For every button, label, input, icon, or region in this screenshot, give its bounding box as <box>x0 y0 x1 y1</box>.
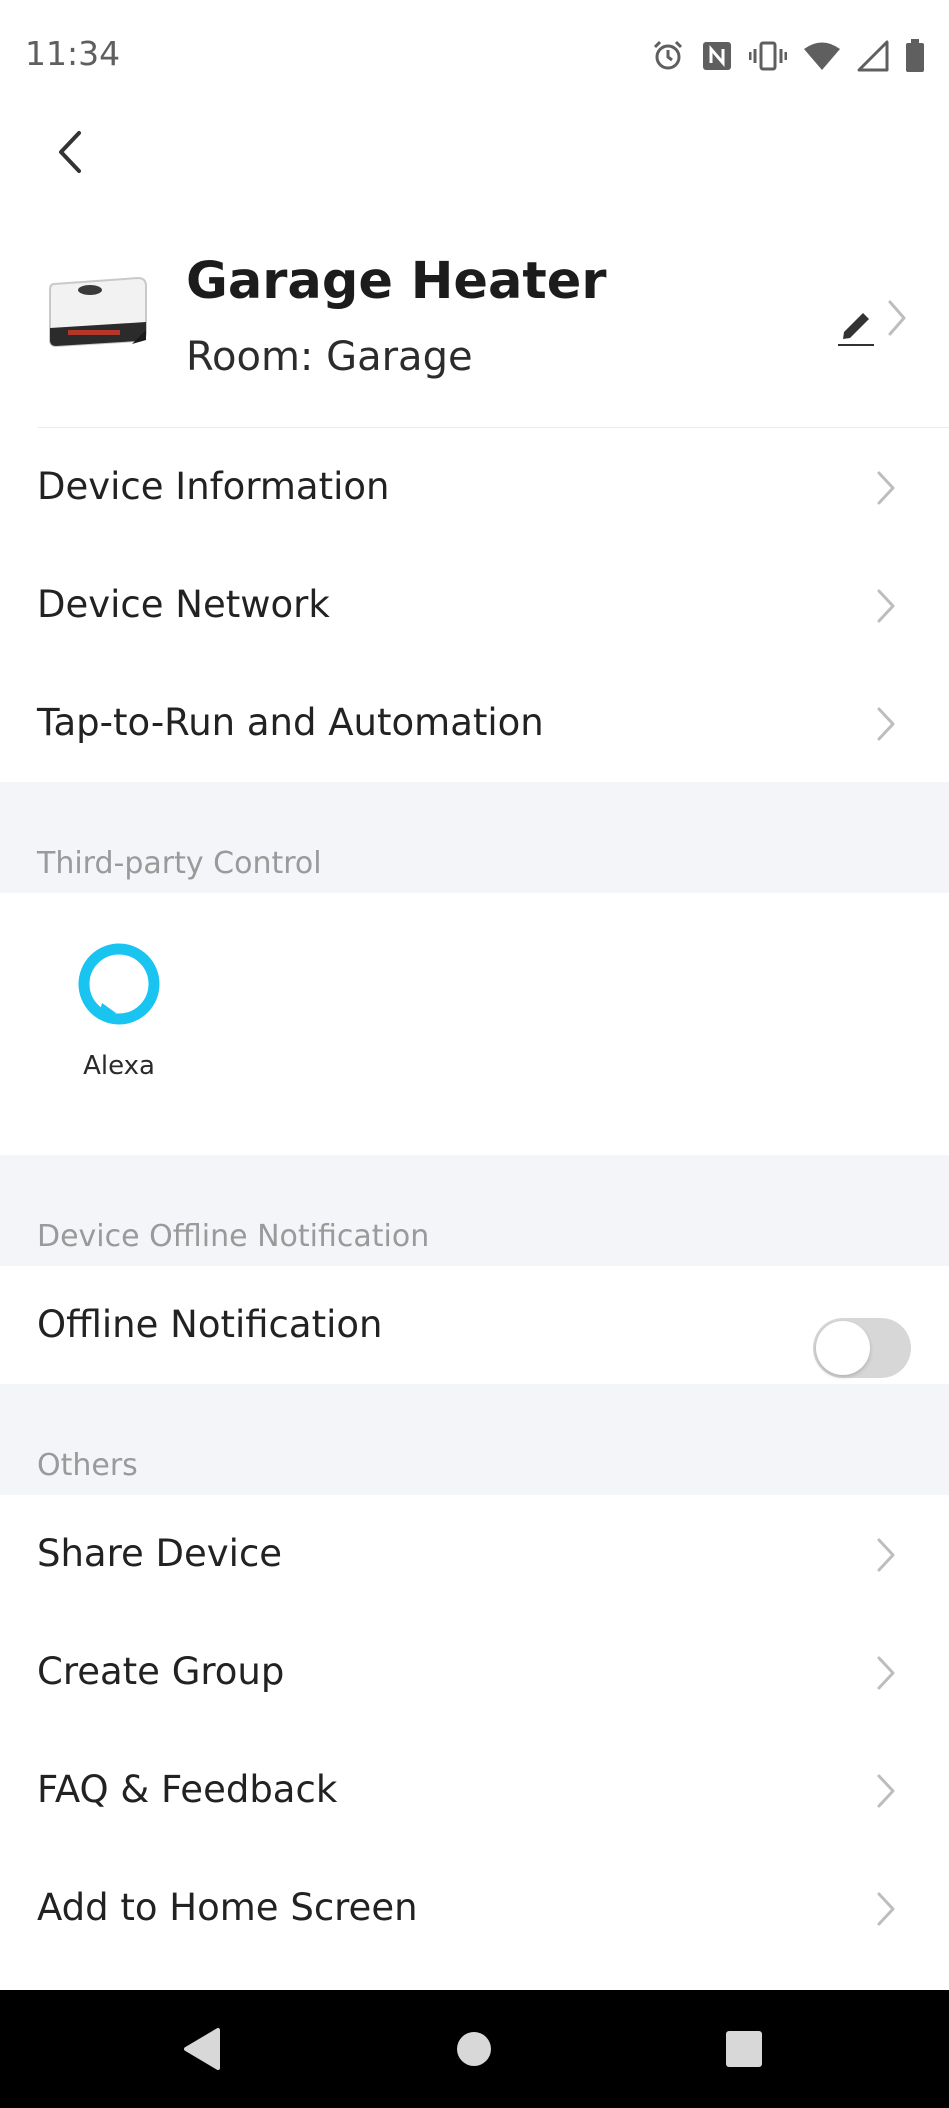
menu-item-faq-feedback[interactable]: FAQ & Feedback <box>0 1731 949 1849</box>
alexa-label: Alexa <box>83 1051 155 1081</box>
section-title: Others <box>37 1448 138 1483</box>
section-header-others: Others <box>0 1384 949 1495</box>
battery-icon <box>905 39 925 73</box>
menu-item-label: Create Group <box>37 1650 285 1693</box>
chevron-right-icon <box>888 300 906 336</box>
chevron-right-icon <box>877 707 895 741</box>
status-icons <box>651 36 925 76</box>
nav-recents-button[interactable] <box>684 1990 804 2108</box>
section-header-third-party: Third-party Control <box>0 782 949 893</box>
signal-icon <box>857 40 889 72</box>
recents-icon <box>726 2031 762 2067</box>
offline-notification-label: Offline Notification <box>37 1303 383 1346</box>
menu-item-share-device[interactable]: Share Device <box>0 1495 949 1613</box>
nav-back-button[interactable] <box>142 1990 262 2108</box>
navigation-bar <box>0 1990 949 2108</box>
menu-item-add-to-home-screen[interactable]: Add to Home Screen <box>0 1849 949 1967</box>
menu-item-device-network[interactable]: Device Network <box>0 546 949 664</box>
nav-home-button[interactable] <box>414 1990 534 2108</box>
chevron-right-icon <box>877 1892 895 1926</box>
vibrate-icon <box>749 40 787 72</box>
back-button[interactable] <box>40 120 100 184</box>
menu-item-label: Device Network <box>37 583 330 626</box>
offline-notification-row: Offline Notification <box>0 1266 949 1384</box>
status-time: 11:34 <box>25 34 121 73</box>
menu-item-label: Device Information <box>37 465 390 508</box>
menu-item-device-information[interactable]: Device Information <box>0 428 949 546</box>
edit-name-button[interactable] <box>836 300 876 348</box>
menu-item-label: Add to Home Screen <box>37 1886 418 1929</box>
alarm-icon <box>651 39 685 73</box>
chevron-right-icon <box>877 1538 895 1572</box>
alexa-icon <box>78 943 160 1025</box>
device-room: Room: Garage <box>186 334 473 380</box>
status-bar: 11:34 <box>0 0 949 112</box>
menu-item-label: FAQ & Feedback <box>37 1768 338 1811</box>
toggle-knob <box>816 1321 870 1375</box>
device-header[interactable]: Garage Heater Room: Garage <box>0 240 949 428</box>
menu-item-tap-to-run[interactable]: Tap-to-Run and Automation <box>0 664 949 782</box>
device-image <box>46 270 152 356</box>
back-icon <box>184 2028 220 2070</box>
chevron-right-icon <box>877 589 895 623</box>
nfc-icon <box>701 40 733 72</box>
chevron-right-icon <box>877 1774 895 1808</box>
device-name: Garage Heater <box>186 252 607 311</box>
chevron-right-icon <box>877 471 895 505</box>
menu-item-label: Tap-to-Run and Automation <box>37 701 544 744</box>
section-title: Device Offline Notification <box>37 1219 430 1254</box>
menu-item-create-group[interactable]: Create Group <box>0 1613 949 1731</box>
home-icon <box>457 2032 491 2066</box>
offline-notification-toggle[interactable] <box>813 1318 911 1378</box>
chevron-left-icon <box>59 131 81 173</box>
alexa-button[interactable]: Alexa <box>60 941 178 1081</box>
section-header-offline: Device Offline Notification <box>0 1155 949 1266</box>
wifi-icon <box>803 40 841 72</box>
section-title: Third-party Control <box>37 846 322 881</box>
third-party-control: Alexa <box>0 893 949 1155</box>
chevron-right-icon <box>877 1656 895 1690</box>
menu-item-label: Share Device <box>37 1532 283 1575</box>
pencil-icon <box>838 313 874 346</box>
